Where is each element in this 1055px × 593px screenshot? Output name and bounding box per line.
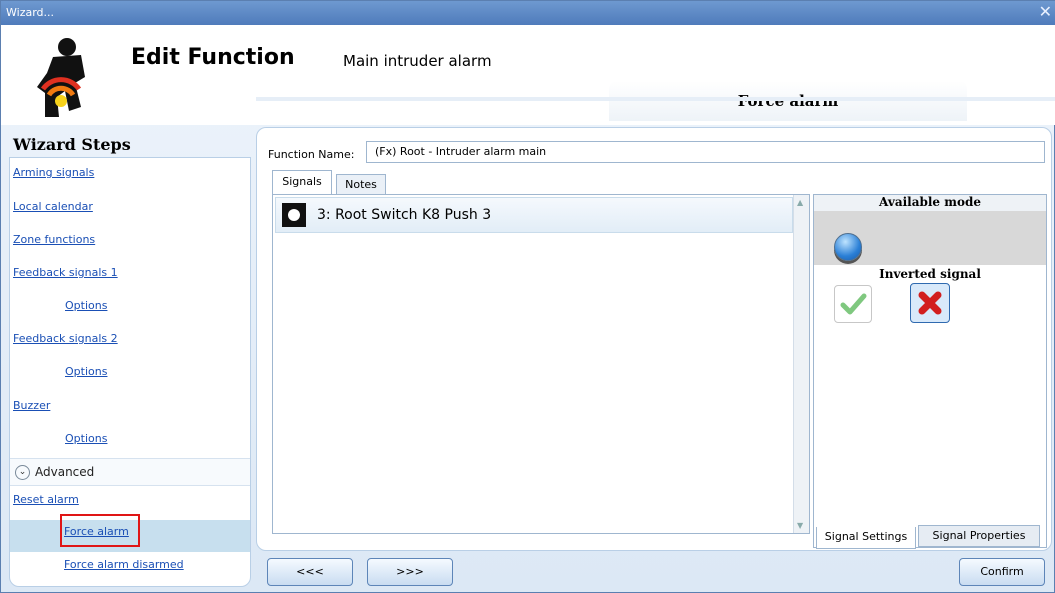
stage-tab: Force alarm: [609, 81, 967, 121]
function-name-label: Function Name:: [268, 148, 355, 161]
switch-icon: [282, 203, 306, 227]
step-reset-alarm[interactable]: Reset alarm: [13, 493, 79, 506]
step-feedback-1-options[interactable]: Options: [65, 299, 107, 312]
advanced-section[interactable]: ⌄ Advanced: [10, 458, 250, 486]
step-arming-signals[interactable]: Arming signals: [13, 166, 94, 179]
step-force-alarm-disarmed[interactable]: Force alarm disarmed: [64, 558, 184, 571]
list-item[interactable]: 3: Root Switch K8 Push 3: [275, 197, 793, 233]
signal-settings-panel: Available mode Inverted signal Signal Se…: [813, 194, 1047, 549]
signal-label: 3: Root Switch K8 Push 3: [317, 207, 492, 223]
available-mode-heading: Available mode: [814, 195, 1046, 211]
function-name-input[interactable]: (Fx) Root - Intruder alarm main: [366, 141, 1045, 163]
advanced-label: Advanced: [35, 465, 95, 479]
step-feedback-2-options[interactable]: Options: [65, 365, 107, 378]
scroll-up-icon[interactable]: ▲: [797, 198, 803, 207]
chevron-down-icon[interactable]: ⌄: [15, 465, 30, 480]
title-bar: Wizard... ✕: [1, 1, 1055, 25]
main-panel: Function Name: (Fx) Root - Intruder alar…: [256, 127, 1052, 551]
step-feedback-signals-2[interactable]: Feedback signals 2: [13, 332, 118, 345]
x-icon: [918, 291, 942, 315]
intruder-logo-icon: [37, 38, 85, 117]
confirm-button[interactable]: Confirm: [959, 558, 1045, 586]
header: Edit Function Main intruder alarm Force …: [1, 25, 1055, 125]
page-subtitle: Main intruder alarm: [343, 52, 492, 70]
wizard-steps-panel: Arming signals Local calendar Zone funct…: [9, 157, 251, 587]
tab-signal-properties[interactable]: Signal Properties: [918, 525, 1040, 547]
inverted-yes-button[interactable]: [834, 285, 872, 323]
step-local-calendar[interactable]: Local calendar: [13, 200, 93, 213]
next-button[interactable]: >>>: [367, 558, 453, 586]
step-zone-functions[interactable]: Zone functions: [13, 233, 95, 246]
wizard-steps-heading: Wizard Steps: [13, 135, 131, 154]
close-icon[interactable]: ✕: [1039, 1, 1052, 23]
step-buzzer[interactable]: Buzzer: [13, 399, 50, 412]
window-title: Wizard...: [6, 6, 55, 19]
pushbutton-icon[interactable]: [834, 233, 862, 261]
tab-notes[interactable]: Notes: [336, 174, 386, 194]
previous-button[interactable]: <<<: [267, 558, 353, 586]
scrollbar[interactable]: ▲ ▼: [793, 195, 809, 533]
signal-list: 3: Root Switch K8 Push 3 ▲ ▼: [272, 194, 810, 534]
tab-signal-settings[interactable]: Signal Settings: [816, 527, 916, 549]
step-feedback-signals-1[interactable]: Feedback signals 1: [13, 266, 118, 279]
step-buzzer-options[interactable]: Options: [65, 432, 107, 445]
inverted-no-button[interactable]: [910, 283, 950, 323]
mode-area: [814, 211, 1046, 265]
step-force-alarm[interactable]: Force alarm: [64, 525, 129, 538]
check-icon: [840, 293, 867, 315]
stage-bar: [256, 97, 1055, 101]
scroll-down-icon[interactable]: ▼: [797, 521, 803, 530]
inverted-signal-heading: Inverted signal: [879, 267, 981, 281]
tab-signals[interactable]: Signals: [272, 170, 332, 194]
page-title: Edit Function: [131, 45, 295, 70]
wizard-window: Wizard... ✕ Edit Function Main intruder …: [0, 0, 1055, 593]
